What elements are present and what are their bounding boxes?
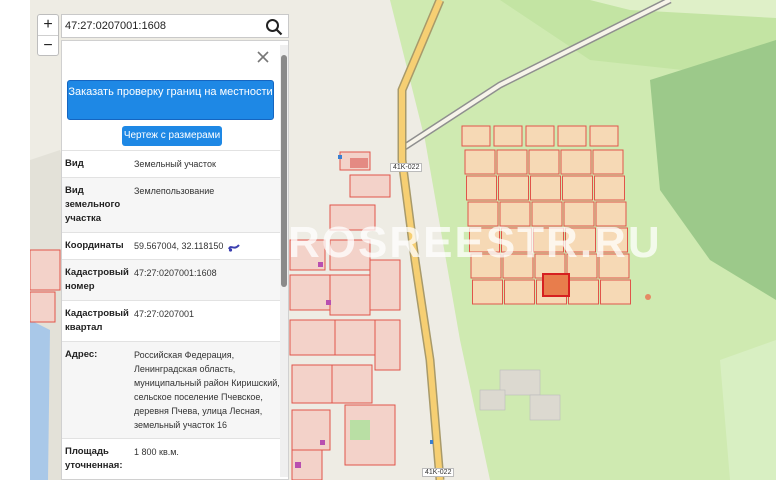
row-value: Российская Федерация, Ленинградская обла… <box>134 350 280 430</box>
row-key: Вид <box>65 158 84 169</box>
parcel[interactable] <box>466 175 497 201</box>
parcel[interactable] <box>557 125 587 147</box>
row-key: Вид земельного участка <box>65 185 121 224</box>
row-key: Кадастровый квартал <box>65 308 129 333</box>
table-row: Кадастровый номер 47:27:0207001:1608 <box>62 259 280 300</box>
parcel[interactable] <box>461 125 491 147</box>
info-table: Вид Земельный участок Вид земельного уча… <box>62 150 280 479</box>
order-check-button[interactable]: Заказать проверку границ на местности <box>67 80 274 120</box>
watermark: ROSREESTR.RU <box>288 218 662 267</box>
parcel[interactable] <box>592 149 624 175</box>
scrollbar[interactable] <box>280 45 288 477</box>
row-value: Землепользование <box>134 186 215 196</box>
row-value: 47:27:0207001 <box>134 309 195 319</box>
parcel[interactable] <box>498 175 529 201</box>
row-value: Земельный участок <box>134 159 216 169</box>
search-bar <box>61 14 289 38</box>
search-icon[interactable] <box>265 18 283 36</box>
water-area <box>30 320 50 480</box>
parcel[interactable] <box>493 125 523 147</box>
table-row: Площадь уточненная: 1 800 кв.м. <box>62 438 280 479</box>
parcel[interactable] <box>589 125 619 147</box>
row-key: Площадь уточненная: <box>65 446 123 471</box>
parcel[interactable] <box>472 279 503 305</box>
row-key: Адрес: <box>65 349 98 360</box>
row-key: Кадастровый номер <box>65 267 129 292</box>
row-value: 47:27:0207001:1608 <box>134 268 217 278</box>
parcel[interactable] <box>464 149 496 175</box>
close-icon[interactable] <box>255 49 271 65</box>
parcel[interactable] <box>504 279 535 305</box>
search-input[interactable] <box>62 15 258 37</box>
table-row: Вид земельного участка Землепользование <box>62 177 280 232</box>
parcel[interactable] <box>568 279 599 305</box>
parcel[interactable] <box>528 149 560 175</box>
road-label: 41K-022 <box>390 163 423 172</box>
coordinates-value: 59.567004, 32.118150 <box>134 241 224 251</box>
table-row: Кадастровый квартал 47:27:0207001 <box>62 300 280 341</box>
parcel[interactable] <box>600 279 631 305</box>
parcel[interactable] <box>594 175 625 201</box>
selected-parcel <box>542 273 570 297</box>
table-row: Адрес: Российская Федерация, Ленинградск… <box>62 341 280 438</box>
scrollbar-thumb[interactable] <box>281 55 287 287</box>
row-value: 1 800 кв.м. <box>134 447 179 457</box>
road-label: 41K-022 <box>422 468 455 477</box>
parcel[interactable] <box>496 149 528 175</box>
zoom-in-button[interactable]: + <box>38 15 58 35</box>
table-row: Вид Земельный участок <box>62 150 280 177</box>
row-value: 59.567004, 32.118150 <box>134 239 280 253</box>
drawing-button[interactable]: Чертеж с размерами <box>122 126 222 146</box>
parcel[interactable] <box>562 175 593 201</box>
table-row: Координаты 59.567004, 32.118150 <box>62 232 280 259</box>
map-link-icon[interactable] <box>228 242 240 252</box>
parcel[interactable] <box>560 149 592 175</box>
row-key: Координаты <box>65 240 124 251</box>
zoom-out-button[interactable]: − <box>38 35 58 55</box>
zoom-control: + − <box>37 14 59 56</box>
info-panel: Заказать проверку границ на местности Че… <box>61 40 289 480</box>
parcel[interactable] <box>530 175 561 201</box>
parcel[interactable] <box>525 125 555 147</box>
